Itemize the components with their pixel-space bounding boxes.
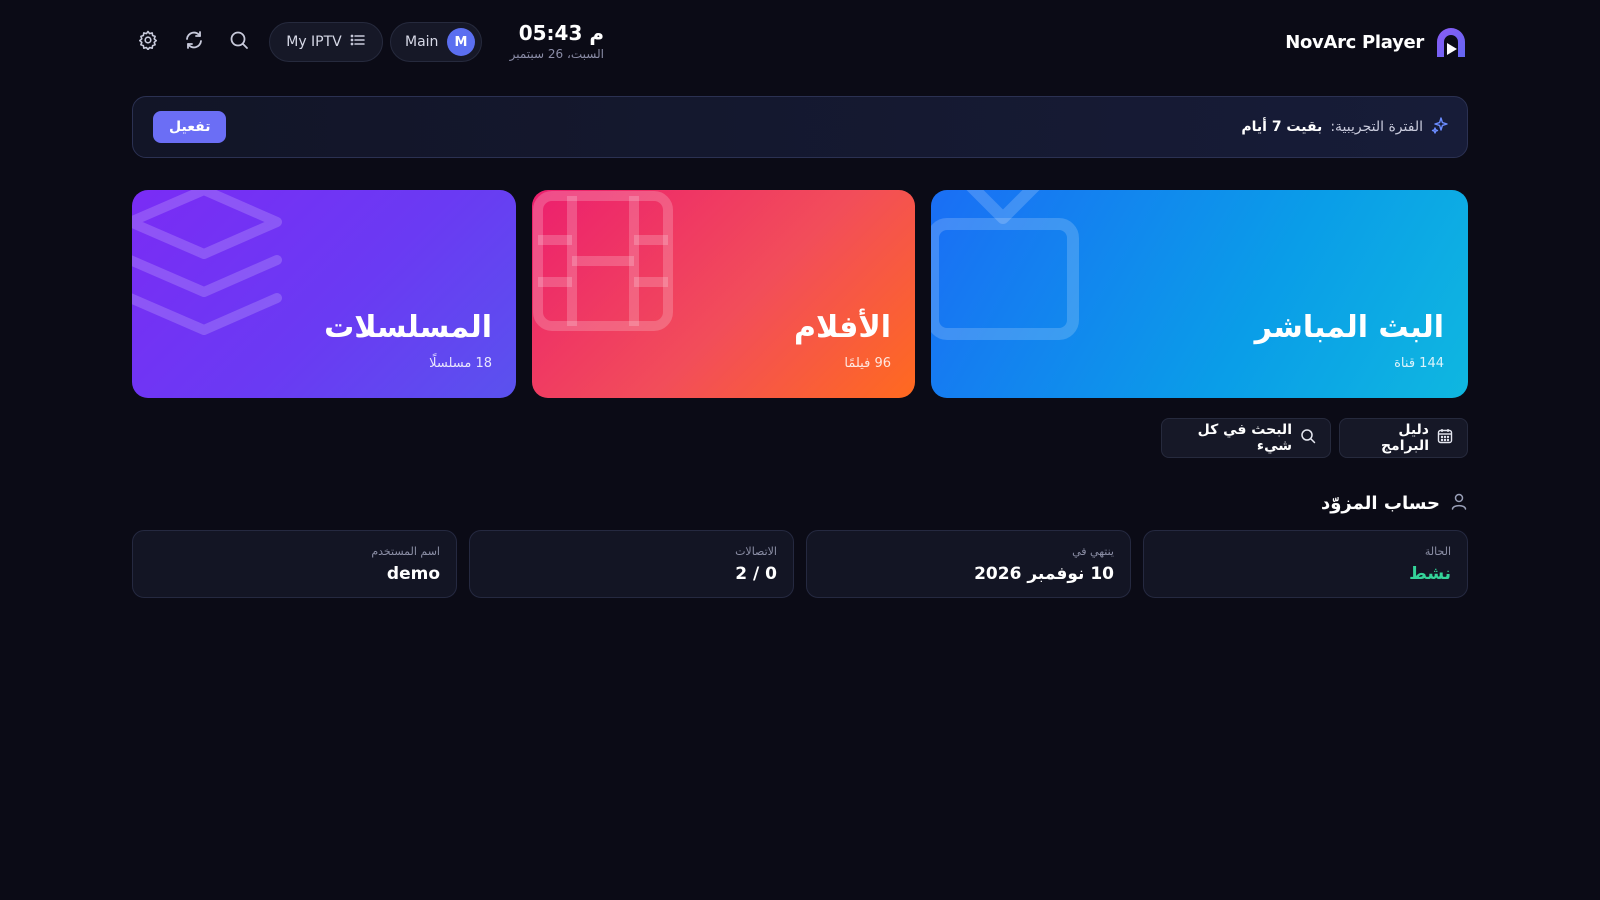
account-title: حساب المزوّد xyxy=(1320,493,1440,514)
expiry-label: ينتهي في xyxy=(1072,545,1114,558)
app-logo-icon xyxy=(1434,25,1468,59)
series-card[interactable]: المسلسلات 18 مسلسلًا xyxy=(132,190,516,398)
trial-label: الفترة التجريبية: xyxy=(1330,119,1423,135)
trial-info: الفترة التجريبية: بقيت 7 أيام xyxy=(1241,116,1449,138)
playlist-name: My IPTV xyxy=(286,34,342,50)
search-icon xyxy=(1300,428,1316,448)
tv-guide-label: دليل البرامج xyxy=(1380,422,1429,454)
movies-card[interactable]: الأفلام 96 فيلمًا xyxy=(532,190,915,398)
card-count: 96 فيلمًا xyxy=(844,356,891,371)
account-username-card: اسم المستخدم demo xyxy=(132,530,457,598)
global-search-button[interactable]: البحث في كل شيء xyxy=(1161,418,1331,458)
gear-icon xyxy=(138,30,158,54)
card-count: 18 مسلسلًا xyxy=(429,356,492,371)
brand: NovArc Player xyxy=(1285,24,1468,60)
search-button[interactable] xyxy=(223,26,255,58)
avatar: M xyxy=(447,28,475,56)
trial-banner: تفعيل الفترة التجريبية: بقيت 7 أيام xyxy=(132,96,1468,158)
expiry-value: 10 نوفمبر 2026 xyxy=(974,564,1114,584)
account-connections-card: الاتصالات 0 / 2 xyxy=(469,530,794,598)
layers-icon xyxy=(132,190,292,354)
username-label: اسم المستخدم xyxy=(371,545,440,558)
refresh-button[interactable] xyxy=(178,26,210,58)
app-name: NovArc Player xyxy=(1285,31,1424,53)
clock-time: 05:43 م xyxy=(518,21,604,45)
activate-button[interactable]: تفعيل xyxy=(153,111,227,143)
connections-label: الاتصالات xyxy=(735,545,777,558)
film-icon xyxy=(532,190,682,344)
user-icon xyxy=(1450,492,1468,515)
account-status-card: الحالة نشط xyxy=(1143,530,1468,598)
status-value: نشط xyxy=(1409,564,1451,584)
account-section-title: حساب المزوّد xyxy=(1321,492,1468,515)
global-search-label: البحث في كل شيء xyxy=(1197,422,1292,454)
account-expiry-card: ينتهي في 10 نوفمبر 2026 xyxy=(806,530,1131,598)
status-label: الحالة xyxy=(1424,545,1451,558)
settings-button[interactable] xyxy=(132,26,164,58)
sparkles-icon xyxy=(1431,116,1449,138)
playlist-switcher[interactable]: My IPTV xyxy=(269,22,383,62)
refresh-icon xyxy=(184,30,204,54)
clock: 05:43 م السبت، 26 سبتمبر xyxy=(494,22,604,62)
card-title: الأفلام xyxy=(793,310,891,345)
card-count: 144 قناة xyxy=(1394,356,1444,371)
card-title: المسلسلات xyxy=(324,310,492,345)
connections-value: 0 / 2 xyxy=(735,564,777,584)
profile-switcher[interactable]: Main M xyxy=(390,22,482,62)
tv-guide-button[interactable]: دليل البرامج xyxy=(1339,418,1468,458)
clock-date: السبت، 26 سبتمبر xyxy=(509,47,604,61)
search-icon xyxy=(229,30,249,54)
top-bar: NovArc Player 05:43 م السبت، 26 سبتمبر M… xyxy=(132,16,1468,68)
calendar-icon xyxy=(1437,428,1453,448)
live-tv-card[interactable]: البث المباشر 144 قناة xyxy=(931,190,1468,398)
list-icon xyxy=(350,32,366,52)
tv-icon xyxy=(931,190,1091,354)
trial-remaining: بقيت 7 أيام xyxy=(1241,119,1323,135)
profile-name: Main xyxy=(405,34,439,50)
card-title: البث المباشر xyxy=(1254,310,1444,345)
username-value: demo xyxy=(386,564,440,584)
